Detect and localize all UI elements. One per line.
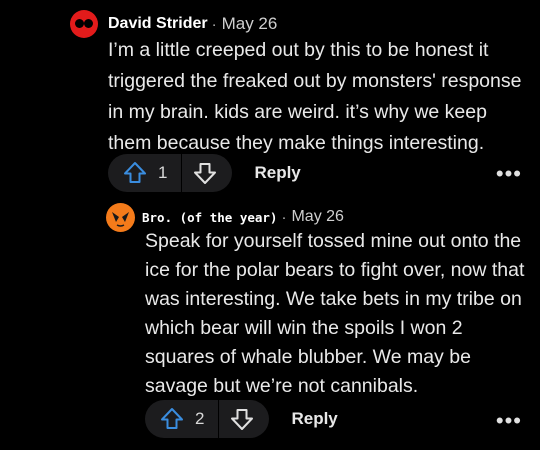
upvote-button[interactable] (120, 158, 150, 188)
comment-meta: Bro. (of the year) · May 26 (142, 207, 344, 227)
comment-body: Speak for yourself tossed mine out onto … (145, 230, 525, 397)
more-options-icon[interactable]: ••• (496, 161, 522, 187)
downvote-arrow-icon (194, 163, 217, 184)
vote-control: 2 (145, 400, 270, 438)
avatar-eye (84, 19, 93, 28)
downvote-button[interactable] (227, 404, 257, 434)
reply-button[interactable]: Reply (254, 163, 300, 183)
vote-control: 1 (108, 154, 233, 192)
comment-date: May 26 (291, 208, 344, 225)
avatar-face-icon (112, 212, 129, 227)
comment-meta: David Strider · May 26 (108, 13, 277, 35)
upvote-button[interactable] (157, 404, 187, 434)
comment: David Strider · May 26 I’m a little cree… (0, 0, 540, 205)
avatar[interactable] (70, 10, 98, 38)
meta-separator: · (281, 208, 287, 226)
avatar-eye (75, 19, 84, 28)
avatar[interactable] (106, 203, 135, 232)
username[interactable]: Bro. (of the year) (142, 210, 277, 225)
vote-divider (218, 400, 220, 438)
comment-actions: 2 Reply (145, 400, 338, 438)
more-options-icon[interactable]: ••• (496, 408, 522, 434)
comment-actions: 1 Reply (108, 154, 301, 192)
meta-separator: · (211, 15, 217, 33)
downvote-button[interactable] (190, 158, 220, 188)
upvote-arrow-icon (124, 162, 146, 183)
comment-body: I’m a little creeped out by this to be h… (108, 39, 522, 154)
vote-count: 1 (158, 163, 168, 182)
comment-date: May 26 (221, 14, 278, 33)
vote-divider (181, 154, 183, 192)
reply-button[interactable]: Reply (291, 409, 337, 429)
upvote-arrow-icon (161, 408, 183, 429)
vote-count: 2 (195, 409, 205, 428)
username[interactable]: David Strider (108, 15, 208, 33)
downvote-arrow-icon (231, 409, 254, 430)
